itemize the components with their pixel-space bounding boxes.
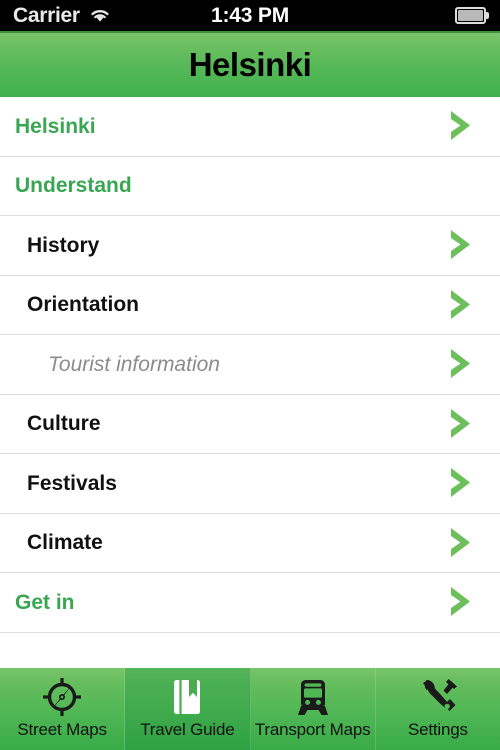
nav-bar: Helsinki — [0, 31, 500, 97]
list-item[interactable]: Tourist information — [0, 335, 500, 395]
disclosure-chevron-icon — [446, 407, 476, 441]
compass-icon — [38, 675, 86, 719]
list-item[interactable]: History — [0, 216, 500, 276]
tram-icon — [289, 675, 337, 719]
list-item-label: Festivals — [27, 471, 117, 495]
list-item[interactable]: Culture — [0, 394, 500, 454]
tab-settings[interactable]: Settings — [376, 668, 500, 750]
disclosure-chevron-icon — [446, 228, 476, 262]
phone-screen: Carrier 1:43 PM Helsinki Helsinki Underst… — [0, 0, 500, 750]
tab-label: Transport Maps — [254, 720, 371, 739]
list-item[interactable]: Climate — [0, 513, 500, 573]
tab-label: Travel Guide — [140, 720, 235, 739]
disclosure-chevron-icon — [446, 288, 476, 322]
status-bar-left: Carrier — [0, 4, 180, 28]
list-item[interactable]: Festivals — [0, 454, 500, 514]
disclosure-chevron-icon — [446, 647, 476, 648]
list-item-label: Orientation — [27, 293, 140, 317]
battery-icon — [455, 7, 489, 24]
disclosure-chevron-icon — [446, 109, 476, 143]
disclosure-chevron-icon — [446, 466, 476, 500]
page-title: Helsinki — [188, 46, 312, 83]
status-bar: Carrier 1:43 PM — [0, 0, 500, 31]
carrier-label: Carrier — [13, 3, 80, 27]
list-item-label: History — [27, 233, 100, 257]
wifi-icon — [89, 7, 111, 24]
list-item[interactable]: Understand — [0, 156, 500, 216]
list-item-label: Helsinki — [15, 114, 96, 138]
tab-label: Settings — [407, 720, 468, 739]
list-item-partial[interactable] — [0, 632, 500, 648]
disclosure-chevron-icon — [446, 347, 476, 381]
content-list[interactable]: Helsinki Understand History Orientation Tour… — [0, 97, 500, 668]
list-item[interactable]: Helsinki — [0, 97, 500, 157]
list-item-label: Understand — [15, 174, 132, 198]
tab-transport-maps[interactable]: Transport Maps — [251, 668, 376, 750]
status-bar-time: 1:43 PM — [211, 3, 289, 27]
tools-icon — [414, 675, 462, 719]
disclosure-chevron-icon — [446, 585, 476, 619]
list-item-label: Climate — [27, 531, 103, 555]
tab-bar: Street Maps Travel Guide Transport Maps Set… — [0, 668, 500, 750]
tab-travel-guide[interactable]: Travel Guide — [125, 668, 251, 750]
list-item[interactable]: Get in — [0, 573, 500, 633]
status-bar-right — [320, 7, 500, 24]
tab-label: Street Maps — [17, 720, 107, 739]
list-item-label: Get in — [15, 590, 75, 614]
disclosure-chevron-icon — [446, 526, 476, 560]
tab-street-maps[interactable]: Street Maps — [0, 668, 126, 750]
list-item-label: Tourist information — [48, 352, 220, 376]
book-icon — [163, 675, 211, 719]
list-item[interactable]: Orientation — [0, 275, 500, 335]
list-item-label: Culture — [27, 412, 101, 436]
